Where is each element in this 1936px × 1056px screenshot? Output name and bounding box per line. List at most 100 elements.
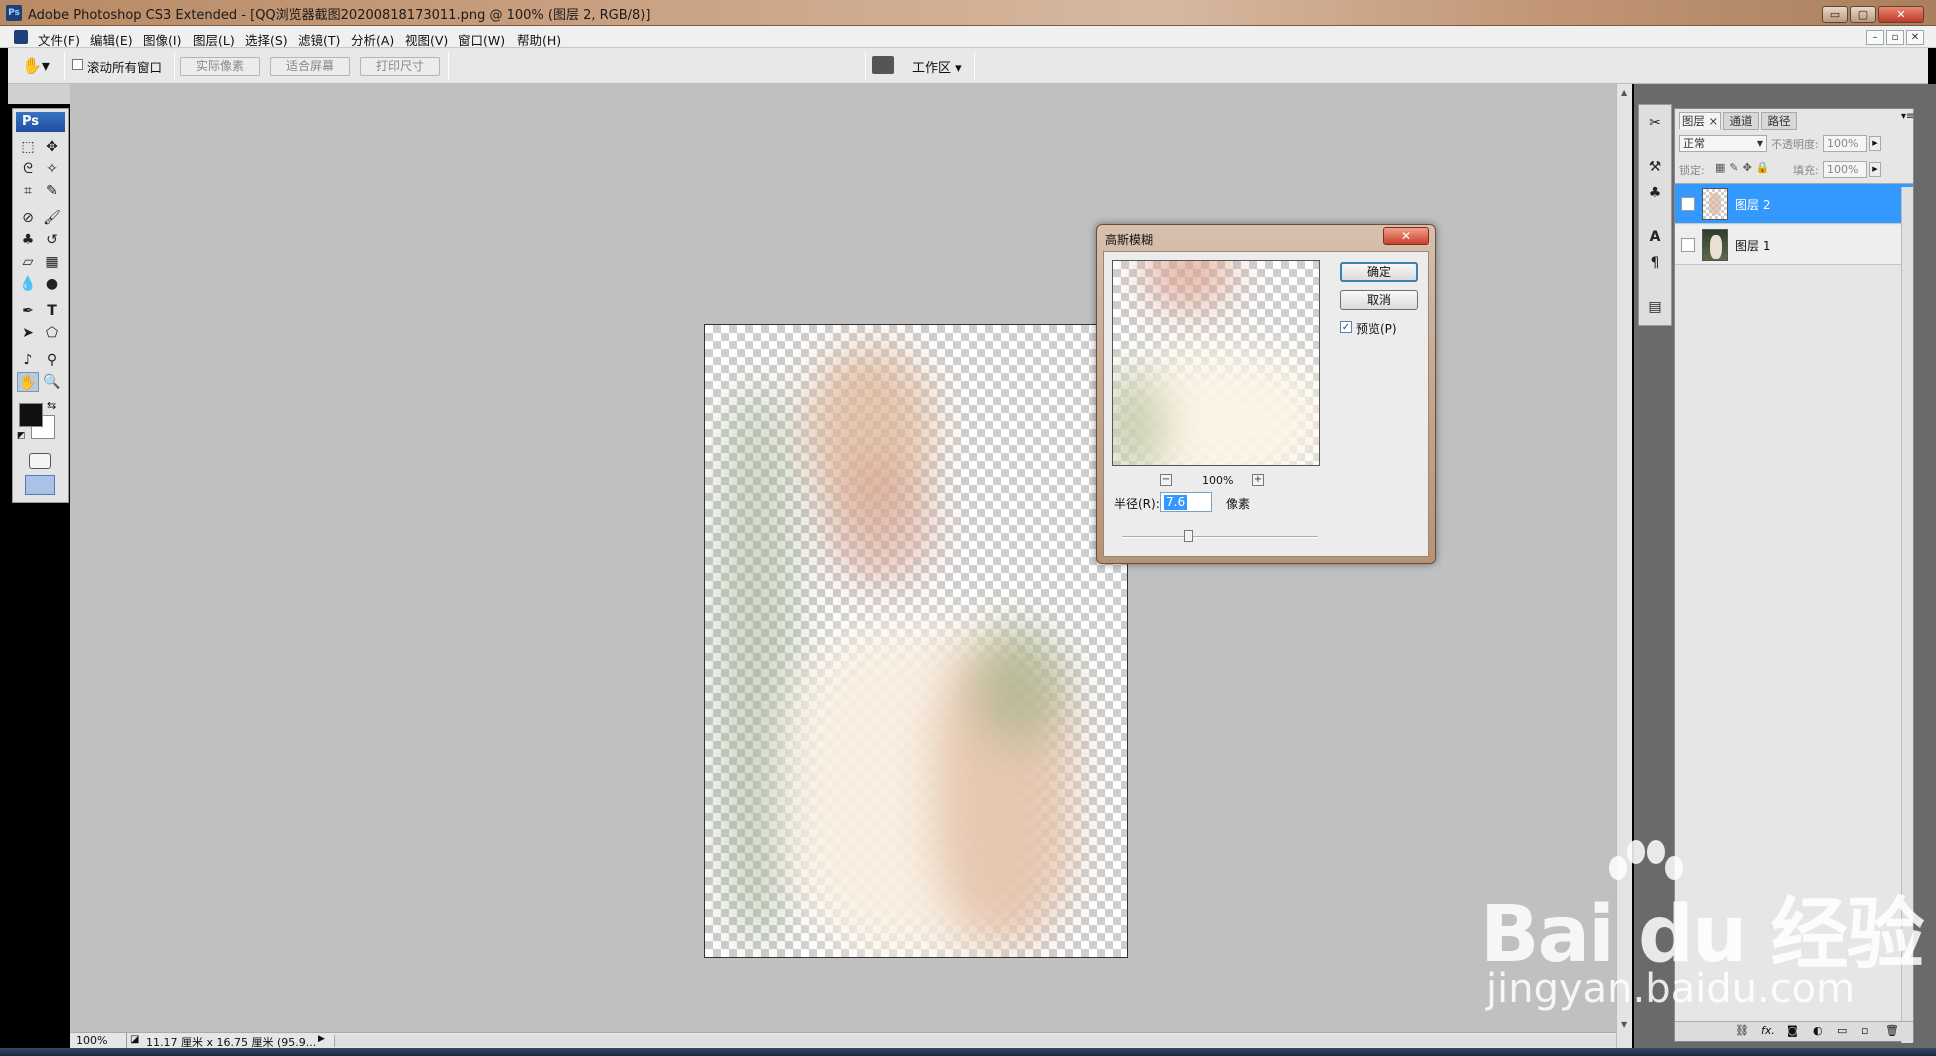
- tab-layers[interactable]: 图层 ×: [1679, 112, 1721, 130]
- clone-stamp-tool-icon[interactable]: ♣: [17, 230, 39, 250]
- cancel-button[interactable]: 取消: [1340, 290, 1418, 310]
- character-icon[interactable]: A: [1643, 225, 1667, 249]
- marquee-tool-icon[interactable]: ⬚: [17, 137, 39, 157]
- radius-slider-track[interactable]: [1122, 536, 1318, 538]
- ok-button[interactable]: 确定: [1340, 262, 1418, 282]
- tab-close-icon[interactable]: ×: [1709, 114, 1719, 128]
- eraser-tool-icon[interactable]: ▱: [17, 252, 39, 272]
- doc-close-button[interactable]: ✕: [1906, 30, 1924, 45]
- doc-minimize-button[interactable]: –: [1866, 30, 1884, 45]
- filter-preview[interactable]: [1112, 260, 1320, 466]
- notes-tool-icon[interactable]: ♪: [17, 350, 39, 370]
- brush-tool-icon[interactable]: 🖌: [41, 208, 63, 228]
- blend-mode-select[interactable]: 正常 ▼: [1679, 135, 1767, 152]
- quick-mask-icon[interactable]: [29, 453, 51, 469]
- minimize-button[interactable]: ▭: [1822, 6, 1848, 23]
- scroll-up-arrow-icon[interactable]: ▲: [1621, 88, 1627, 97]
- pen-tool-icon[interactable]: ✒: [17, 301, 39, 321]
- layer-row[interactable]: 图层 1: [1675, 225, 1913, 265]
- eyedropper-tool-icon[interactable]: ⚲: [41, 350, 63, 370]
- workspace-icon[interactable]: [872, 56, 894, 74]
- new-layer-icon[interactable]: ▫: [1861, 1024, 1868, 1037]
- path-selection-tool-icon[interactable]: ➤: [17, 323, 39, 343]
- workspace-menu[interactable]: 工作区 ▾: [912, 57, 962, 76]
- radius-slider-thumb[interactable]: [1184, 530, 1193, 542]
- brushes-icon[interactable]: ⚒: [1643, 155, 1667, 179]
- scroll-all-windows-checkbox[interactable]: [72, 59, 83, 70]
- layer-comps-icon[interactable]: ▤: [1643, 295, 1667, 319]
- doc-restore-button[interactable]: ▫: [1886, 30, 1904, 45]
- lock-icons[interactable]: ▦✎✥🔒: [1715, 161, 1774, 174]
- zoom-in-button[interactable]: +: [1252, 474, 1264, 486]
- layer-thumbnail: [1702, 188, 1728, 220]
- clone-source-icon[interactable]: ♣: [1643, 181, 1667, 205]
- menu-edit[interactable]: 编辑(E): [90, 30, 133, 49]
- scroll-down-arrow-icon[interactable]: ▼: [1621, 1020, 1627, 1029]
- move-tool-icon[interactable]: ✥: [41, 137, 63, 157]
- opacity-field[interactable]: 100%: [1823, 135, 1867, 152]
- slice-tool-icon[interactable]: ✎: [41, 181, 63, 201]
- trash-icon[interactable]: 🗑: [1885, 1024, 1899, 1037]
- menu-window[interactable]: 窗口(W): [458, 30, 505, 49]
- radius-input[interactable]: 7.6: [1160, 492, 1212, 512]
- healing-brush-tool-icon[interactable]: ⊘: [17, 208, 39, 228]
- blur-tool-icon[interactable]: 💧: [17, 274, 39, 294]
- document-canvas[interactable]: [704, 324, 1128, 958]
- type-tool-icon[interactable]: T: [41, 301, 63, 321]
- lasso-tool-icon[interactable]: ᘓ: [17, 159, 39, 179]
- menu-image[interactable]: 图像(I): [143, 30, 181, 49]
- gradient-tool-icon[interactable]: ▦: [41, 252, 63, 272]
- maximize-button[interactable]: ▢: [1850, 6, 1876, 23]
- default-colors-icon[interactable]: ◩: [17, 431, 26, 441]
- options-divider: [448, 52, 449, 80]
- menu-analysis[interactable]: 分析(A): [351, 30, 394, 49]
- panel-menu-icon[interactable]: ▾≡: [1901, 111, 1914, 122]
- magic-wand-tool-icon[interactable]: ✧: [41, 159, 63, 179]
- opacity-arrow-icon[interactable]: ▶: [1869, 136, 1881, 151]
- status-menu-arrow-icon[interactable]: ▶: [318, 1034, 325, 1044]
- eye-icon[interactable]: [1681, 238, 1695, 252]
- foreground-color-swatch[interactable]: [19, 403, 43, 427]
- eye-icon[interactable]: 👁: [1681, 197, 1695, 211]
- menu-filter[interactable]: 滤镜(T): [298, 30, 340, 49]
- menu-help[interactable]: 帮助(H): [517, 30, 561, 49]
- dodge-tool-icon[interactable]: ●: [41, 274, 63, 294]
- tab-paths[interactable]: 路径: [1761, 112, 1797, 130]
- actual-pixels-button[interactable]: 实际像素: [180, 57, 260, 76]
- screen-mode-icon[interactable]: [25, 475, 55, 495]
- tab-channels[interactable]: 通道: [1723, 112, 1759, 130]
- adjustment-layer-icon[interactable]: ◐: [1813, 1024, 1823, 1037]
- fit-screen-button[interactable]: 适合屏幕: [270, 57, 350, 76]
- menu-select[interactable]: 选择(S): [245, 30, 288, 49]
- tool-presets-icon[interactable]: ✂: [1643, 111, 1667, 135]
- shape-tool-icon[interactable]: ⬠: [41, 323, 63, 343]
- preview-checkbox[interactable]: ✓: [1340, 321, 1352, 333]
- close-window-button[interactable]: ✕: [1878, 6, 1924, 23]
- radius-unit: 像素: [1226, 497, 1251, 511]
- layer-name[interactable]: 图层 2: [1735, 196, 1770, 213]
- layer-row[interactable]: 👁 图层 2: [1675, 184, 1913, 224]
- group-icon[interactable]: ▭: [1837, 1024, 1847, 1037]
- history-brush-tool-icon[interactable]: ↺: [41, 230, 63, 250]
- fill-arrow-icon[interactable]: ▶: [1869, 162, 1881, 177]
- layer-name[interactable]: 图层 1: [1735, 237, 1770, 254]
- fx-icon[interactable]: fx.: [1761, 1024, 1775, 1037]
- zoom-level[interactable]: 100%: [76, 1034, 107, 1047]
- paragraph-icon[interactable]: ¶: [1643, 251, 1667, 275]
- menu-file[interactable]: 文件(F): [38, 30, 80, 49]
- fill-field[interactable]: 100%: [1823, 161, 1867, 178]
- link-layers-icon[interactable]: ⛓: [1735, 1024, 1749, 1037]
- crop-tool-icon[interactable]: ⌗: [17, 181, 39, 201]
- zoom-out-button[interactable]: −: [1160, 474, 1172, 486]
- hand-tool-preset-icon[interactable]: ✋▾: [22, 56, 50, 75]
- zoom-tool-icon[interactable]: 🔍: [41, 372, 63, 392]
- dialog-close-button[interactable]: ✕: [1383, 227, 1429, 245]
- print-size-button[interactable]: 打印尺寸: [360, 57, 440, 76]
- toolbox-header[interactable]: [8, 84, 70, 104]
- canvas-horizontal-scrollbar[interactable]: [334, 1035, 1616, 1047]
- swap-colors-icon[interactable]: ⇆: [47, 399, 56, 412]
- menu-layer[interactable]: 图层(L): [193, 30, 235, 49]
- menu-view[interactable]: 视图(V): [405, 30, 448, 49]
- hand-tool-icon[interactable]: ✋: [17, 372, 39, 392]
- mask-icon[interactable]: ◙: [1787, 1024, 1798, 1037]
